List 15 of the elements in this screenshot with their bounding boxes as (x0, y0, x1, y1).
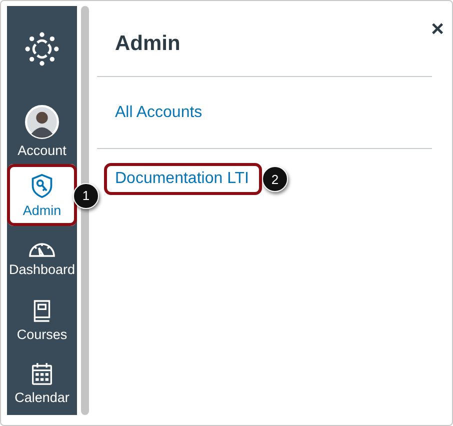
book-icon (32, 299, 52, 324)
avatar-icon (25, 104, 59, 139)
close-button[interactable]: × (431, 18, 444, 40)
logo-icon[interactable] (24, 30, 60, 67)
step-badge: 1 (73, 182, 99, 209)
shield-key-icon (30, 172, 54, 199)
nav-item[interactable]: Dashboard (8, 226, 76, 290)
nav-item[interactable]: Calendar (8, 352, 76, 415)
nav-item[interactable]: Account (8, 92, 76, 164)
nav-item[interactable]: Courses (8, 289, 76, 352)
account-link[interactable]: All Accounts (104, 97, 216, 129)
panel-title: Admin (115, 32, 180, 56)
account-link[interactable]: Documentation LTI (104, 163, 262, 195)
step-badge: 2 (262, 166, 288, 192)
calendar-icon (31, 362, 53, 386)
